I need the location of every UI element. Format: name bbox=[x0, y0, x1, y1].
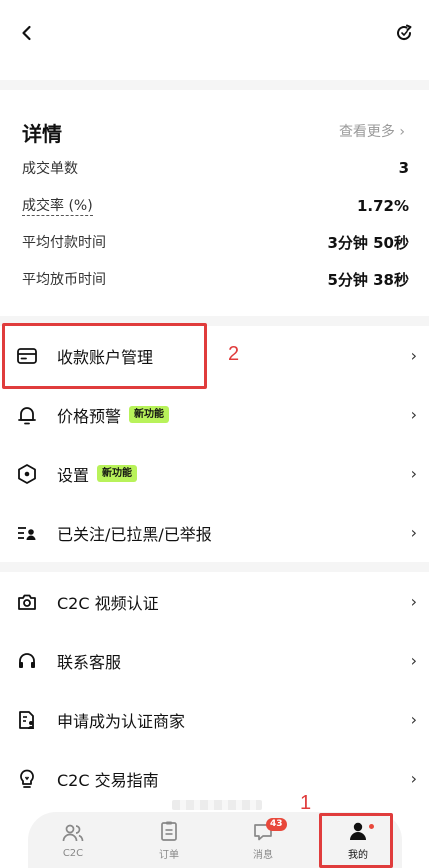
stat-label: 平均付款时间 bbox=[22, 235, 106, 251]
stat-value: 3分钟 50秒 bbox=[327, 233, 409, 252]
users-icon bbox=[62, 824, 84, 841]
top-bar bbox=[0, 0, 429, 80]
stat-row-completion-rate: 成交率 (%) 1.72% bbox=[22, 195, 409, 217]
order-icon bbox=[161, 821, 177, 841]
stat-label[interactable]: 成交率 (%) bbox=[22, 197, 93, 216]
message-count-badge: 43 bbox=[266, 818, 287, 831]
menu-item-video-verification[interactable]: C2C 视频认证 › bbox=[0, 572, 429, 631]
menu-item-settings[interactable]: 设置 新功能 › bbox=[0, 444, 429, 503]
section-divider bbox=[0, 80, 429, 90]
menu-item-label: 联系客服 bbox=[57, 652, 122, 672]
chevron-right-icon: › bbox=[410, 651, 417, 670]
document-person-icon bbox=[15, 708, 39, 732]
headset-icon bbox=[15, 649, 39, 673]
menu-item-label: 价格预警 bbox=[57, 406, 122, 426]
new-feature-badge: 新功能 bbox=[129, 406, 170, 423]
menu-item-follow-block-report[interactable]: 已关注/已拉黑/已举报 › bbox=[0, 503, 429, 562]
blurred-content bbox=[172, 800, 262, 810]
annotation-number-1: 1 bbox=[300, 792, 312, 814]
menu-item-apply-merchant[interactable]: 申请成为认证商家 › bbox=[0, 690, 429, 749]
back-button[interactable] bbox=[14, 20, 40, 46]
menu-item-customer-service[interactable]: 联系客服 › bbox=[0, 631, 429, 690]
stat-value: 1.72% bbox=[356, 197, 409, 215]
menu-item-label: 申请成为认证商家 bbox=[57, 711, 186, 731]
bell-icon bbox=[15, 403, 39, 427]
chevron-right-icon: › bbox=[410, 346, 417, 365]
chevron-right-icon: › bbox=[410, 464, 417, 483]
view-more-link[interactable]: 查看更多 › bbox=[339, 121, 405, 141]
annotation-number-2: 2 bbox=[228, 343, 240, 365]
details-title: 详情 bbox=[22, 122, 62, 146]
menu-item-price-alert[interactable]: 价格预警 新功能 › bbox=[0, 385, 429, 444]
menu-item-label: 已关注/已拉黑/已举报 bbox=[57, 524, 212, 544]
menu-group-support: C2C 视频认证 › 联系客服 › 申请成为认证商家 › C2C 交易指南 › bbox=[0, 572, 429, 808]
tab-label: 消息 bbox=[253, 849, 273, 861]
user-list-icon bbox=[15, 521, 39, 545]
stat-value: 3 bbox=[398, 159, 409, 177]
menu-item-label: C2C 视频认证 bbox=[57, 593, 159, 613]
tab-messages[interactable]: 43 消息 bbox=[228, 812, 298, 868]
chevron-right-icon: › bbox=[410, 405, 417, 424]
annotation-box-2 bbox=[2, 323, 207, 389]
menu-item-label: C2C 交易指南 bbox=[57, 770, 159, 790]
settings-hex-icon bbox=[15, 462, 39, 486]
tab-c2c[interactable]: C2C bbox=[38, 812, 108, 868]
camera-icon bbox=[15, 590, 39, 614]
chevron-right-icon: › bbox=[410, 523, 417, 542]
stat-row-avg-release-time: 平均放币时间 5分钟 38秒 bbox=[22, 268, 409, 290]
annotation-box-1 bbox=[319, 813, 393, 868]
chevron-right-icon: › bbox=[410, 769, 417, 788]
tab-label: 订单 bbox=[159, 849, 179, 861]
chevron-right-icon: › bbox=[410, 710, 417, 729]
refresh-icon bbox=[397, 24, 412, 41]
stat-label: 平均放币时间 bbox=[22, 272, 106, 288]
stat-row-avg-pay-time: 平均付款时间 3分钟 50秒 bbox=[22, 231, 409, 253]
stat-row-orders: 成交单数 3 bbox=[22, 157, 409, 179]
refresh-button[interactable] bbox=[391, 20, 417, 46]
stat-value: 5分钟 38秒 bbox=[327, 270, 409, 289]
chevron-left-icon bbox=[22, 25, 31, 41]
tab-orders[interactable]: 订单 bbox=[134, 812, 204, 868]
new-feature-badge: 新功能 bbox=[97, 465, 138, 482]
details-section: 详情 查看更多 › 成交单数 3 成交率 (%) 1.72% 平均付款时间 3分… bbox=[0, 90, 429, 316]
lightbulb-icon bbox=[15, 767, 39, 791]
section-divider bbox=[0, 562, 429, 572]
stat-label: 成交单数 bbox=[22, 161, 78, 177]
chevron-right-icon: › bbox=[410, 592, 417, 611]
tab-label: C2C bbox=[62, 847, 84, 859]
menu-item-label: 设置 bbox=[57, 465, 90, 485]
